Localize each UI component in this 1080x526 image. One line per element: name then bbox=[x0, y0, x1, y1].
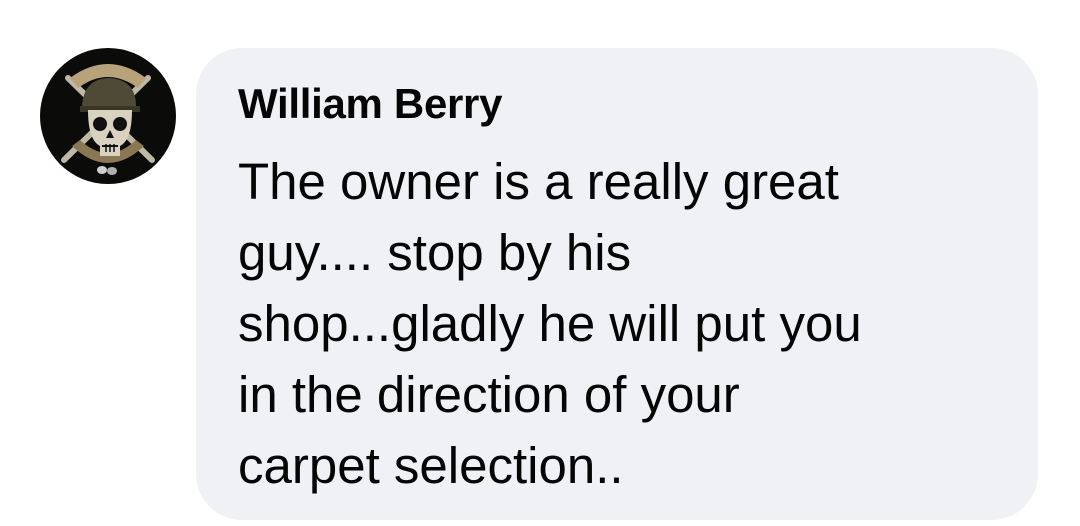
avatar[interactable] bbox=[40, 48, 176, 184]
usmc-skull-emblem-icon bbox=[61, 64, 155, 175]
comment-thread: William Berry The owner is a really grea… bbox=[0, 0, 1080, 526]
comment-bubble[interactable]: William Berry The owner is a really grea… bbox=[196, 48, 1038, 520]
comment-author-name[interactable]: William Berry bbox=[238, 78, 998, 130]
comment-text: The owner is a really great guy.... stop… bbox=[238, 153, 862, 494]
